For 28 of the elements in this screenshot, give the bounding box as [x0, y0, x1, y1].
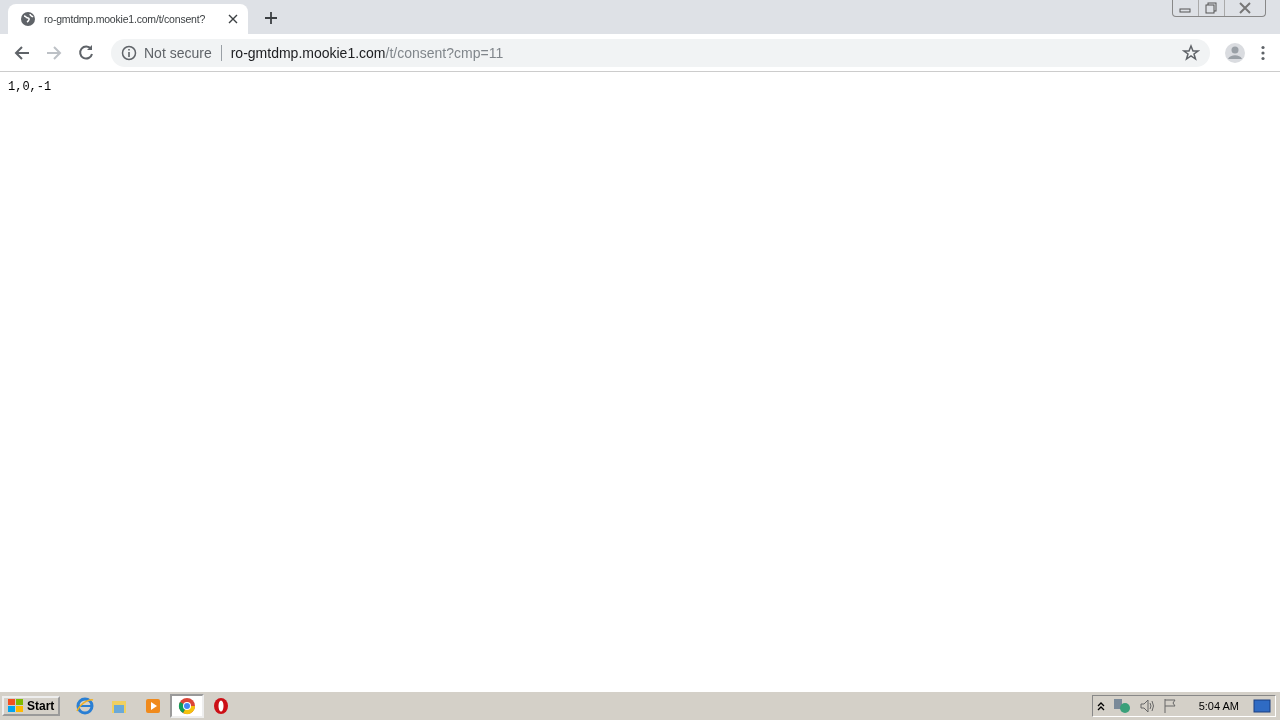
- flag-icon[interactable]: [1162, 698, 1177, 714]
- info-icon: [121, 44, 137, 61]
- star-icon[interactable]: [1182, 43, 1200, 62]
- tab-title: ro-gmtdmp.mookie1.com/t/consent?: [44, 13, 207, 25]
- page-text: 1,0,-1: [8, 80, 53, 94]
- security-label: Not secure: [144, 44, 212, 61]
- close-icon[interactable]: [228, 14, 238, 24]
- taskbar-button[interactable]: [170, 694, 205, 718]
- address-bar[interactable]: Not secure ro-gmtdmp.mookie1.com/t/consent?cmp=11: [111, 38, 1210, 67]
- show-desktop-icon[interactable]: [1253, 699, 1271, 713]
- start-button[interactable]: Start: [2, 696, 61, 716]
- url-text: ro-gmtdmp.mookie1.com/t/consent?cmp=11: [230, 44, 504, 61]
- new-tab-icon[interactable]: [264, 11, 278, 25]
- browser-icon[interactable]: [76, 697, 95, 715]
- speaker-icon[interactable]: [1138, 698, 1155, 714]
- globe-icon: [20, 11, 36, 27]
- windows-logo-icon: [8, 699, 24, 713]
- media-player-icon[interactable]: [144, 697, 163, 715]
- chevron-up-icon[interactable]: [1096, 701, 1105, 711]
- back-icon[interactable]: [13, 43, 31, 62]
- menu-icon[interactable]: [1260, 44, 1266, 61]
- profile-icon[interactable]: [1224, 41, 1246, 64]
- browser-tab[interactable]: ro-gmtdmp.mookie1.com/t/consent?: [8, 4, 248, 34]
- forward-icon[interactable]: [45, 43, 63, 62]
- clock: 5:04 AM: [1198, 700, 1239, 712]
- reload-icon[interactable]: [77, 43, 95, 62]
- chrome-icon: [178, 697, 197, 715]
- opera-icon[interactable]: [212, 697, 231, 715]
